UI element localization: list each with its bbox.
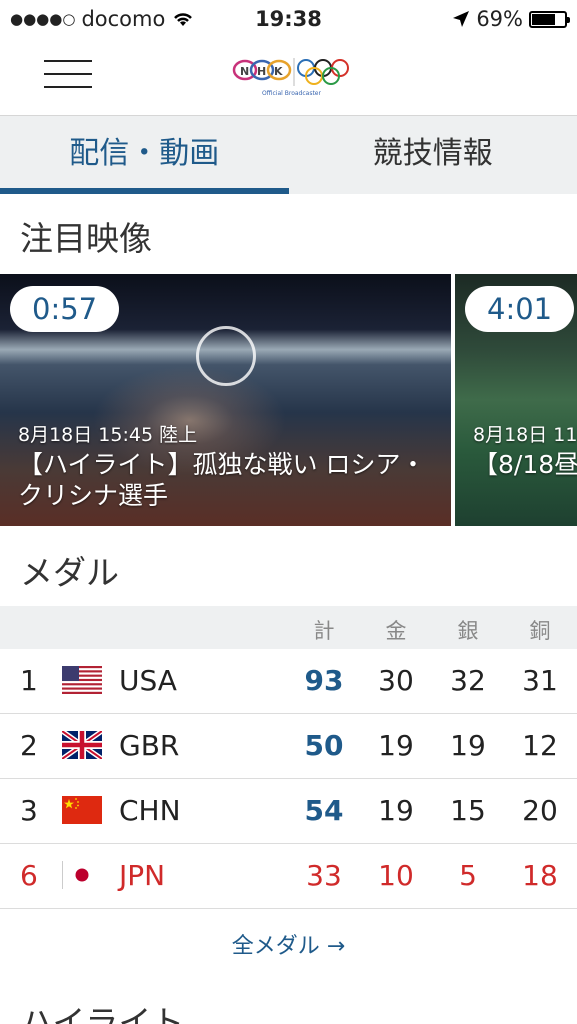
video-card[interactable]: 0:57 8月18日 15:45 陸上 【ハイライト】孤独な戦い ロシア・クリシ… (0, 274, 451, 526)
medal-total: 33 (306, 859, 342, 892)
bronze-header: 銅 (529, 619, 551, 643)
table-row[interactable]: 1 USA 93 30 32 31 (0, 649, 577, 714)
svg-text:N: N (240, 65, 249, 78)
silver-header: 銀 (457, 619, 479, 643)
gb-flag-icon (62, 731, 102, 759)
silver-count: 15 (450, 794, 486, 827)
medals-section-title: メダル (20, 553, 119, 592)
video-carousel[interactable]: 0:57 8月18日 15:45 陸上 【ハイライト】孤独な戦い ロシア・クリシ… (0, 274, 577, 526)
silver-count: 19 (450, 729, 486, 762)
bronze-count: 12 (522, 729, 558, 762)
gold-count: 30 (378, 664, 414, 697)
gold-header: 金 (385, 619, 407, 643)
svg-text:K: K (274, 65, 283, 78)
menu-icon[interactable] (44, 60, 92, 92)
country-code: CHN (119, 794, 181, 827)
rank: 2 (20, 729, 38, 762)
medal-table-header: 計 金 銀 銅 (0, 606, 577, 649)
highlight-section-title: ハイライト (20, 1003, 185, 1024)
status-bar: ●●●●○ docomo 19:38 69% (0, 0, 577, 38)
location-arrow-icon (453, 11, 470, 27)
bronze-count: 31 (522, 664, 558, 697)
country-code: GBR (119, 729, 180, 762)
gold-count: 19 (378, 729, 414, 762)
total-header: 計 (313, 619, 335, 643)
video-meta: 8月18日 15:45 陸上 (18, 424, 198, 446)
navigation-bar: N H K Official Broadcaster (0, 38, 577, 116)
gold-count: 19 (378, 794, 414, 827)
tab-bar: 配信・動画 競技情報 (0, 116, 577, 194)
bronze-count: 20 (522, 794, 558, 827)
medal-total: 54 (304, 794, 344, 827)
tab-videos[interactable]: 配信・動画 (0, 116, 289, 194)
bronze-count: 18 (522, 859, 558, 892)
rank: 6 (20, 859, 38, 892)
tab-sports-info[interactable]: 競技情報 (289, 116, 577, 194)
video-duration: 0:57 (10, 286, 120, 332)
table-row[interactable]: 3 CHN 54 19 15 20 (0, 779, 577, 844)
jp-flag-icon (62, 861, 102, 889)
battery-icon (529, 10, 570, 28)
video-headline: 【8/18昼出、奇跡 (473, 450, 577, 479)
video-headline: 【ハイライト】孤独な戦い ロシア・クリシナ選手 (18, 450, 426, 510)
country-code: USA (119, 664, 177, 697)
table-row[interactable]: 2 GBR 50 19 19 12 (0, 714, 577, 779)
rank: 1 (20, 664, 38, 697)
medal-total: 50 (304, 729, 344, 762)
svg-text:H: H (257, 65, 266, 78)
video-card[interactable]: 4:01 8月18日 11 【8/18昼出、奇跡 (455, 274, 577, 526)
cn-flag-icon (62, 796, 102, 824)
rank: 3 (20, 794, 38, 827)
silver-count: 5 (459, 859, 477, 892)
medal-total: 93 (304, 664, 344, 697)
silver-count: 32 (450, 664, 486, 697)
featured-section-title: 注目映像 (20, 219, 152, 258)
nhk-olympic-logo: N H K Official Broadcaster (232, 56, 356, 98)
video-duration: 4:01 (465, 286, 575, 332)
gold-count: 10 (378, 859, 414, 892)
us-flag-icon (62, 666, 102, 694)
table-row[interactable]: 6 JPN 33 10 5 18 (0, 844, 577, 909)
play-icon (196, 326, 256, 386)
battery-percent: 69% (476, 7, 523, 31)
all-medals-link[interactable]: 全メダル → (0, 928, 577, 960)
svg-text:Official Broadcaster: Official Broadcaster (262, 90, 321, 97)
video-meta: 8月18日 11 (473, 424, 577, 446)
country-code: JPN (119, 859, 166, 892)
